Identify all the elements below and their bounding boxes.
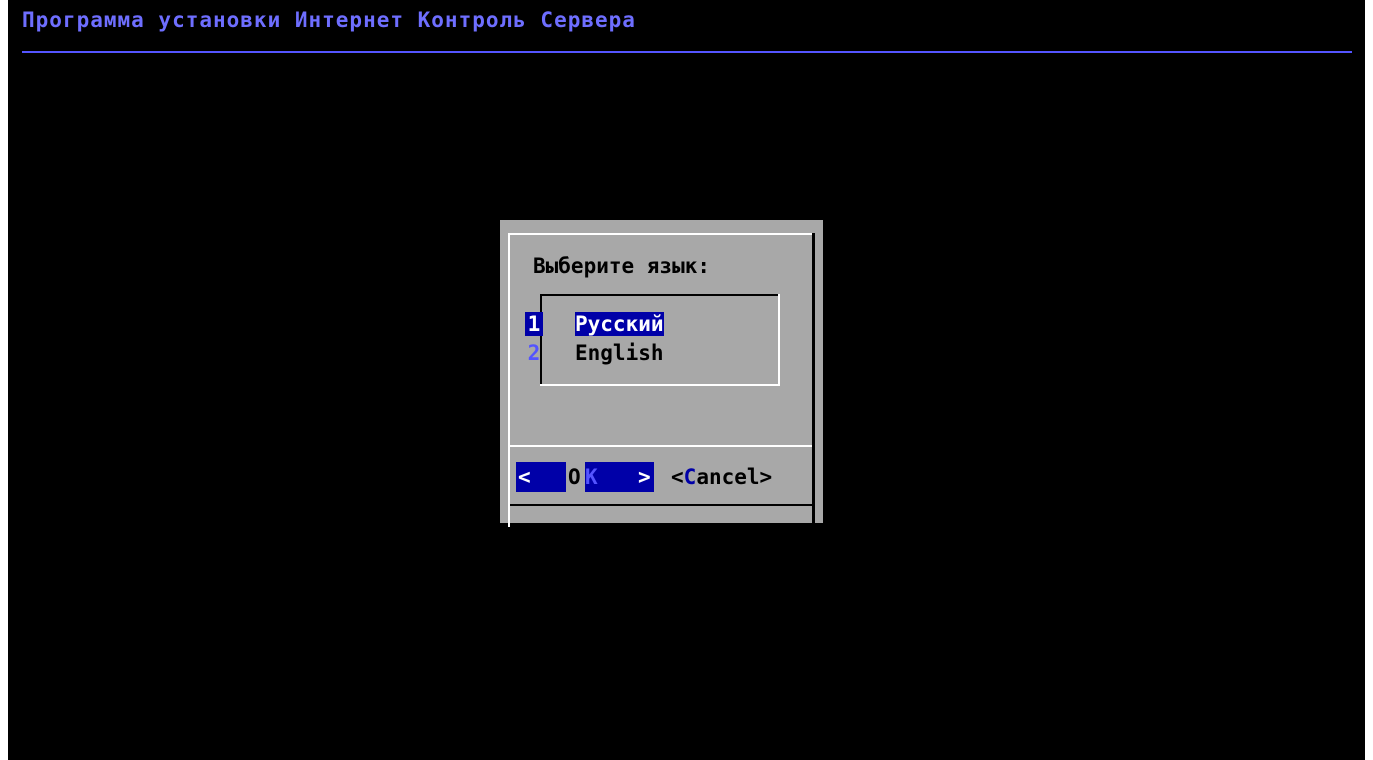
ok-button[interactable]: < O K >: [516, 462, 654, 492]
menu-item-tag: 1: [525, 312, 543, 336]
menu-item-english[interactable]: 2 English: [525, 341, 664, 367]
language-dialog: Выберите язык: 1 Русский 2 English < O K >…: [500, 220, 823, 527]
installer-backtitle: Программа установки Интернет Контроль Се…: [22, 8, 636, 32]
terminal-screen: Программа установки Интернет Контроль Се…: [8, 0, 1365, 760]
menu-item-label: English: [575, 341, 664, 365]
menu-item-russian[interactable]: 1 Русский: [525, 312, 664, 338]
button-separator: [510, 445, 812, 447]
dialog-frame-left: [508, 233, 510, 527]
menu-item-tag: 2: [527, 341, 541, 365]
backtitle-underline: [22, 51, 1352, 53]
menu-item-label: Русский: [575, 312, 664, 336]
dialog-prompt: Выберите язык:: [533, 254, 711, 278]
cancel-button[interactable]: <Cancel>: [671, 462, 772, 492]
dialog-frame-bottom: [510, 504, 815, 506]
language-menu-box: [540, 294, 780, 386]
dialog-frame-top: [508, 233, 814, 235]
cancel-hotkey: C: [683, 465, 697, 489]
dialog-frame-right: [812, 233, 815, 527]
ok-hotkey: K: [585, 465, 598, 489]
